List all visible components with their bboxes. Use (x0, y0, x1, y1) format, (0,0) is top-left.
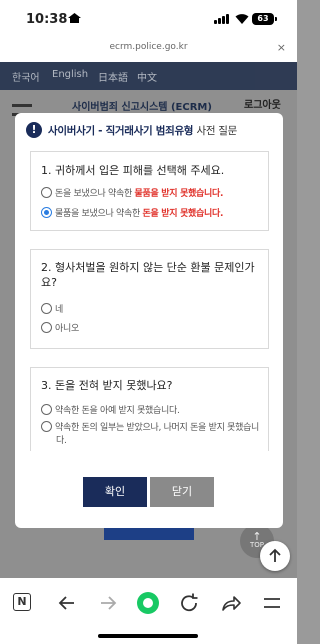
dialog-header: ! 사이버사기 - 직거래사기 범죄유형 사전 질문 (15, 113, 283, 149)
browser-toolbar: N (0, 578, 297, 644)
dialog-title-sub: 사전 질문 (196, 125, 238, 137)
menu-icon[interactable] (260, 591, 284, 615)
question-card-2: 2. 형사처벌을 원하지 않는 단순 환불 문제인가요? 네 아니오 (30, 249, 269, 349)
confirm-button[interactable]: 확인 (83, 477, 147, 507)
wifi-icon (235, 14, 249, 24)
lang-japanese[interactable]: 日本語 (98, 69, 128, 84)
arrow-up-icon (269, 548, 281, 562)
lang-english[interactable]: English (52, 69, 88, 80)
radio-button[interactable] (41, 303, 52, 314)
address-bar[interactable]: ecrm.police.go.kr × (0, 36, 297, 62)
pre-question-dialog: ! 사이버사기 - 직거래사기 범죄유형 사전 질문 1. 귀하께서 입은 피해… (15, 113, 283, 528)
lang-korean[interactable]: 한국어 (12, 69, 40, 84)
status-bar: 10:38 63 (0, 0, 297, 36)
share-icon[interactable] (219, 591, 243, 615)
question-1: 1. 귀하께서 입은 피해를 선택해 주세요. (41, 164, 225, 177)
q2-option-yes[interactable]: 네 (41, 302, 63, 315)
q1-option-1[interactable]: 돈을 보냈으나 약속한 물품을 받지 못했습니다. (41, 186, 223, 199)
question-2: 2. 형사처벌을 원하지 않는 단순 환불 문제인가요? (41, 261, 255, 289)
lang-chinese[interactable]: 中文 (137, 69, 157, 84)
question-3: 3. 돈을 전혀 받지 못했나요? (41, 379, 173, 392)
language-bar: 한국어 English 日本語 中文 (0, 62, 297, 90)
home-indicator (98, 634, 198, 638)
naver-icon[interactable]: N (13, 593, 31, 611)
q1-option-2[interactable]: 물품을 보냈으나 약속한 돈을 받지 못했습니다. (41, 206, 223, 219)
back-icon[interactable] (55, 591, 79, 615)
question-card-3: 3. 돈을 전혀 받지 못했나요? 약속한 돈을 아예 받지 못했습니다. 약속… (30, 367, 269, 451)
q2-option-no[interactable]: 아니오 (41, 321, 79, 334)
reload-icon[interactable] (177, 591, 201, 615)
dialog-title: 사이버사기 - 직거래사기 범죄유형 사전 질문 (48, 123, 237, 138)
arrow-up-icon: ↑ (252, 530, 262, 543)
clock: 10:38 (26, 12, 68, 27)
radio-button[interactable] (41, 187, 52, 198)
forward-icon[interactable] (96, 591, 120, 615)
home-icon (68, 13, 81, 23)
radio-button-selected[interactable] (41, 207, 52, 218)
refresh-button[interactable] (260, 541, 290, 571)
dialog-title-main: 사이버사기 - 직거래사기 범죄유형 (48, 125, 194, 137)
close-button[interactable]: 닫기 (150, 477, 214, 507)
logout-link[interactable]: 로그아웃 (244, 96, 281, 111)
q3-option-2[interactable]: 약속한 돈의 일부는 받았으나, 나머지 돈을 받지 못했습니다. (41, 421, 267, 448)
url-text: ecrm.police.go.kr (109, 42, 188, 52)
radio-button[interactable] (41, 404, 52, 415)
radio-button[interactable] (41, 322, 52, 333)
question-list[interactable]: 1. 귀하께서 입은 피해를 선택해 주세요. 돈을 보냈으나 약속한 물품을 … (15, 149, 283, 451)
info-icon: ! (26, 122, 42, 138)
q3-option-1[interactable]: 약속한 돈을 아예 받지 못했습니다. (41, 403, 180, 416)
site-title: 사이버범죄 신고시스템 (ECRM) (72, 102, 212, 113)
radio-button[interactable] (41, 421, 52, 432)
question-card-1: 1. 귀하께서 입은 피해를 선택해 주세요. 돈을 보냈으나 약속한 물품을 … (30, 151, 269, 231)
close-icon[interactable]: × (277, 41, 286, 54)
battery-icon: 63 (252, 13, 274, 25)
green-dot-icon[interactable] (137, 592, 159, 614)
